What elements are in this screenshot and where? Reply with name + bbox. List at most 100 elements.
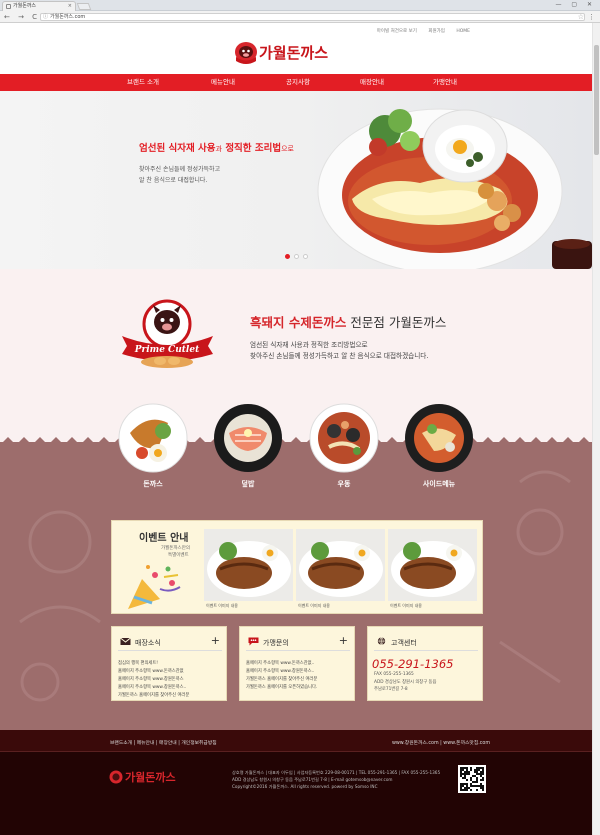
inquiry-item[interactable]: 홈페이지 주소항목 www.돈까스찬없..	[246, 660, 314, 666]
inquiry-item[interactable]: 가월돈까스 홈페이지를 오픈하였습니다.	[246, 684, 317, 690]
qr-module	[472, 785, 474, 787]
qr-module	[482, 789, 484, 791]
qr-module	[482, 771, 484, 773]
news-item[interactable]: 점심의 행복 편의세트!	[118, 660, 158, 666]
url-text: 가월돈까스.com	[50, 14, 86, 20]
browser-tab[interactable]: 가월돈까스 ×	[2, 1, 76, 11]
qr-module	[466, 767, 468, 769]
hero-slider[interactable]: 엄선된 식자재 사용과 정직한 조리법으로 찾아주신 손님들께 정성가득하고 알…	[0, 91, 592, 269]
news-item[interactable]: 홈페이지 주소항목 www.창원돈까스	[118, 676, 184, 682]
menu-cat-donkatsu[interactable]: 돈까스	[118, 403, 188, 488]
qr-module	[460, 769, 462, 771]
qr-module	[464, 775, 466, 777]
browser-menu-icon[interactable]: ⋮	[588, 11, 595, 23]
qr-module	[468, 773, 470, 775]
menu-cat-label: 덮밥	[241, 480, 255, 488]
footer-links[interactable]: 브랜드소개 | 메뉴안내 | 매장안내 | 개인정보취급방침	[110, 739, 217, 746]
qr-module	[482, 777, 484, 779]
intro-text: 찾아주신 손님들께 정성가득하고 알 찬 음식으로 대접하겠습니다.	[250, 352, 429, 360]
box-title: 고객센터	[391, 639, 417, 647]
link-join[interactable]: 회원가입	[428, 29, 445, 34]
scrollbar-thumb[interactable]	[594, 45, 599, 155]
side-menu-image	[405, 404, 473, 472]
bookmark-star-icon[interactable]: ☆	[578, 11, 584, 23]
qr-module	[476, 785, 478, 787]
slider-dot[interactable]	[294, 254, 299, 259]
nav-item-notice[interactable]: 공지사항	[258, 74, 338, 91]
phone-number[interactable]: 055-291-1365	[372, 657, 453, 671]
intro-text: 엄선된 식자재 사용과 정직한 조리방법으로	[250, 341, 368, 349]
top-links: 마이빌 처건으로 보기 회원가입 HOME	[367, 28, 470, 34]
hero-title-part: 정직한 조리법	[225, 143, 282, 154]
qr-module	[482, 773, 484, 775]
menu-cat-udon[interactable]: 우동	[309, 403, 379, 488]
qr-module	[464, 767, 466, 769]
qr-module	[470, 779, 472, 781]
qr-module	[476, 773, 478, 775]
event-food-image	[296, 529, 385, 601]
hero-title-part: 엄선된 식자재 사용	[139, 143, 216, 154]
address-line: ADD 경상남도 창원시 의창구 동읍	[374, 680, 437, 685]
address-bar[interactable]: ⓘ 가월돈까스.com	[40, 13, 585, 21]
footer-site-links[interactable]: www.창원돈까스.com | www.돈까스맛집.com	[392, 739, 490, 746]
brand-logo[interactable]: 가월돈까스	[232, 37, 356, 65]
event-subtitle: 가월돈까스만의	[161, 546, 190, 551]
link-home[interactable]: HOME	[456, 29, 470, 34]
qr-module	[478, 767, 480, 769]
menu-cat-label: 돈까스	[143, 480, 163, 488]
hero-subtitle: 찾아주신 손님들께 정성가득하고	[139, 166, 221, 173]
nav-item-brand[interactable]: 브랜드 소개	[103, 74, 183, 91]
footer-address: ADD 경상남도 창원시 의창구 동읍 주남로71번길 7-8 | E-mail…	[232, 777, 393, 782]
qr-module	[476, 779, 478, 781]
qr-module	[464, 771, 466, 773]
event-caption: 이벤트 이미지 내용	[390, 603, 422, 608]
event-food-image	[388, 529, 477, 601]
qr-module	[460, 785, 462, 787]
prime-cutlet-badge: Prime Cutlet	[122, 299, 213, 368]
hero-title: 엄선된 식자재 사용과 정직한 조리법으로	[139, 140, 294, 154]
close-tab-icon[interactable]: ×	[68, 2, 72, 11]
inquiry-item[interactable]: 가월돈까스 홈페이지를 찾아주신 여러분	[246, 676, 317, 682]
qr-module	[466, 769, 468, 771]
event-caption: 이벤트 이미지 내용	[206, 603, 238, 608]
nav-item-stores[interactable]: 매장안내	[332, 74, 412, 91]
qr-module	[476, 769, 478, 771]
qr-module	[470, 785, 472, 787]
nav-item-franchise[interactable]: 가맹안내	[405, 74, 485, 91]
qr-module	[468, 787, 470, 789]
news-item[interactable]: 홈페이지 주소항목 www.돈까스찬없	[118, 668, 184, 674]
event-image[interactable]	[204, 529, 293, 601]
more-plus-icon[interactable]: +	[339, 634, 348, 647]
qr-module	[482, 767, 484, 769]
qr-module	[462, 773, 464, 775]
new-tab-button[interactable]	[76, 3, 92, 10]
qr-module	[472, 775, 474, 777]
inquiry-item[interactable]: 홈페이지 주소항목 www.창원돈까스..	[246, 668, 314, 674]
news-item[interactable]: 가월돈까스 홈페이지를 찾아주신 여러분	[118, 692, 189, 698]
menu-cat-side[interactable]: 사이드메뉴	[404, 403, 474, 488]
scrollbar[interactable]	[592, 23, 600, 835]
envelope-icon	[120, 637, 131, 645]
box-title: 매장소식	[135, 639, 161, 647]
qr-module	[460, 771, 462, 773]
window-controls[interactable]: — ▢ ✕	[555, 1, 596, 8]
more-plus-icon[interactable]: +	[211, 634, 220, 647]
link-mobile-view[interactable]: 마이빌 처건으로 보기	[377, 29, 417, 34]
menu-cat-rice-bowl[interactable]: 덮밥	[213, 403, 283, 488]
nav-item-menu[interactable]: 메뉴안내	[183, 74, 263, 91]
qr-module	[470, 767, 472, 769]
event-image[interactable]	[388, 529, 477, 601]
menu-cat-label: 사이드메뉴	[422, 480, 456, 488]
event-image[interactable]	[296, 529, 385, 601]
fax-number: FAX 055-255-1365	[374, 672, 414, 677]
hero-title-part: 과	[215, 145, 222, 153]
qr-module	[462, 769, 464, 771]
news-item[interactable]: 홈페이지 주소항목 www.창원돈까스..	[118, 684, 186, 690]
qr-module	[464, 787, 466, 789]
qr-module	[460, 775, 462, 777]
slider-dot-active[interactable]	[285, 254, 290, 259]
slider-dot[interactable]	[303, 254, 308, 259]
footer-company-info: 상호명 가월돈까스 | 대표자 이두임 | 사업자등록번호 229-08-001…	[232, 770, 441, 775]
page-root: 가월돈까스 × — ▢ ✕ ← → C ⌂ ⓘ 가월돈까스.com ☆ ⋮ 마이…	[0, 0, 600, 835]
qr-module	[474, 769, 476, 771]
